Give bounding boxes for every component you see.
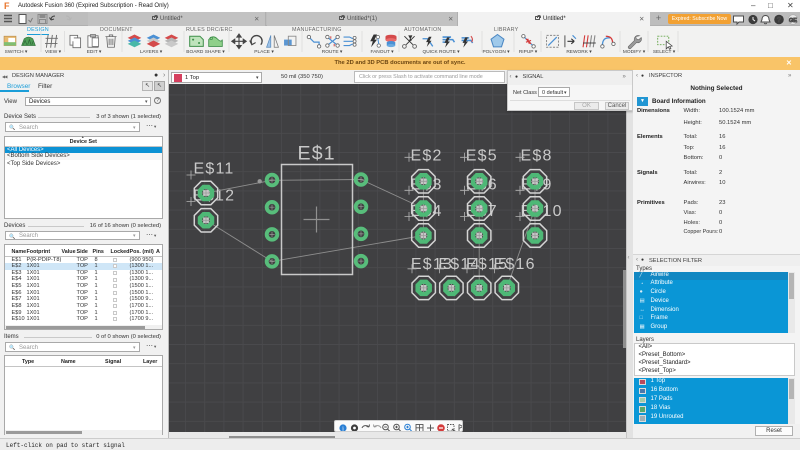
svg-text:E$8: E$8 xyxy=(521,147,553,164)
svg-text:E$11: E$11 xyxy=(194,161,235,178)
svg-text:E$5: E$5 xyxy=(466,147,498,164)
svg-text:E$2: E$2 xyxy=(411,147,443,164)
svg-text:E$1: E$1 xyxy=(298,143,336,165)
svg-text:?: ? xyxy=(777,17,781,24)
svg-text:E$16: E$16 xyxy=(494,256,536,273)
svg-text:GE: GE xyxy=(789,18,797,24)
svg-text:i: i xyxy=(342,425,344,432)
